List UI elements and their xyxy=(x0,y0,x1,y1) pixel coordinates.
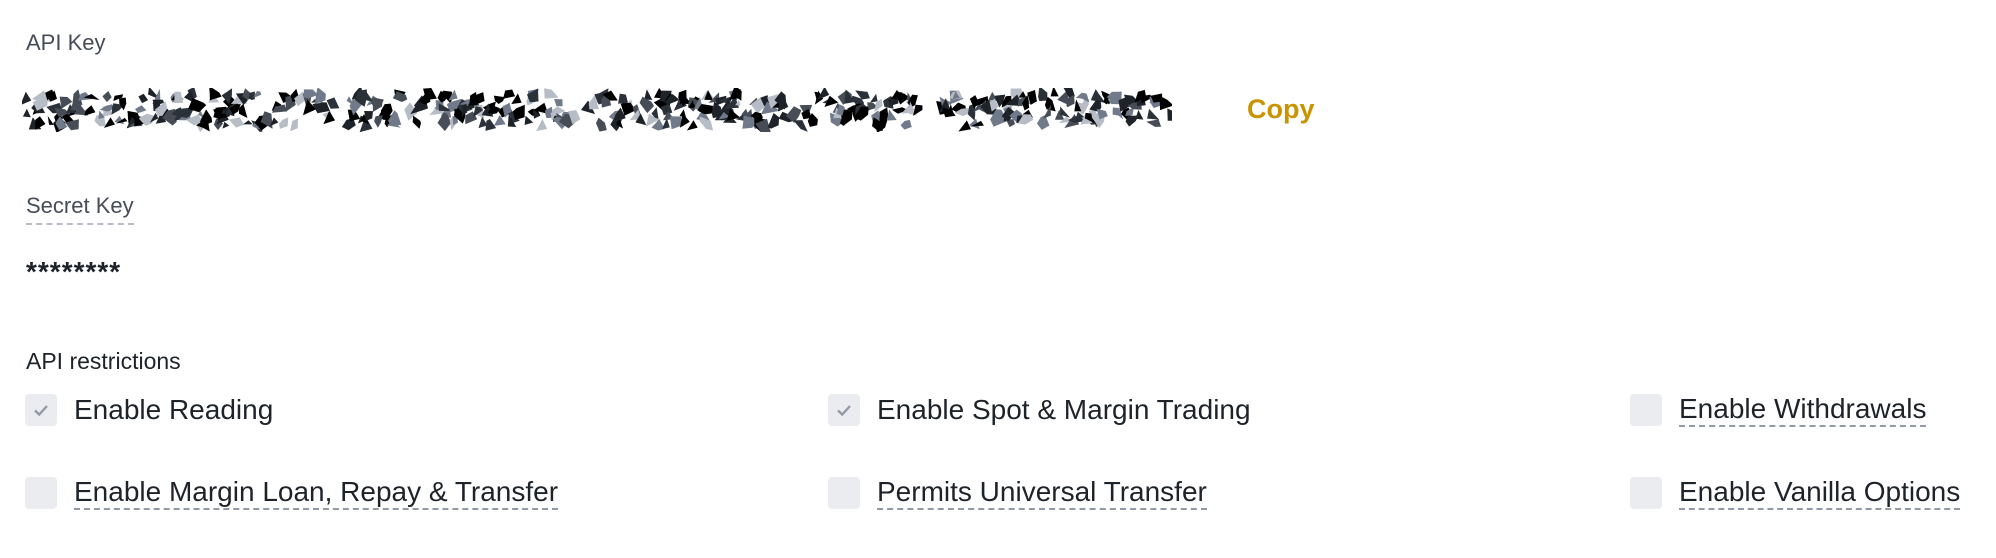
check-icon xyxy=(34,405,48,417)
permission-enable-reading[interactable]: Enable Reading xyxy=(25,392,273,428)
permission-label[interactable]: Permits Universal Transfer xyxy=(877,476,1207,510)
checkbox[interactable] xyxy=(828,394,860,426)
permission-label[interactable]: Enable Withdrawals xyxy=(1679,393,1927,427)
secret-key-label[interactable]: Secret Key xyxy=(26,193,134,225)
permission-label[interactable]: Enable Margin Loan, Repay & Transfer xyxy=(74,476,559,510)
secret-key-value: ******** xyxy=(26,256,122,287)
api-restrictions-heading: API restrictions xyxy=(26,348,181,374)
copy-api-key-button[interactable]: Copy xyxy=(1247,94,1315,125)
permission-enable-vanilla-options[interactable]: Enable Vanilla Options xyxy=(1630,475,1961,511)
permission-enable-withdrawals[interactable]: Enable Withdrawals xyxy=(1630,392,1927,428)
permission-enable-margin-loan-repay-transfer[interactable]: Enable Margin Loan, Repay & Transfer xyxy=(25,475,559,511)
checkbox[interactable] xyxy=(1630,394,1662,426)
checkbox[interactable] xyxy=(25,394,57,426)
permission-enable-spot-margin-trading[interactable]: Enable Spot & Margin Trading xyxy=(828,392,1251,428)
checkbox[interactable] xyxy=(1630,477,1662,509)
api-key-redacted-value xyxy=(22,88,1172,132)
permission-label[interactable]: Enable Vanilla Options xyxy=(1679,476,1961,510)
permission-label: Enable Spot & Margin Trading xyxy=(877,394,1251,425)
api-key-label: API Key xyxy=(26,30,106,55)
permission-universal-transfer[interactable]: Permits Universal Transfer xyxy=(828,475,1207,511)
checkbox[interactable] xyxy=(828,477,860,509)
permission-label: Enable Reading xyxy=(74,394,274,425)
checkbox[interactable] xyxy=(25,477,57,509)
check-icon xyxy=(837,405,851,417)
